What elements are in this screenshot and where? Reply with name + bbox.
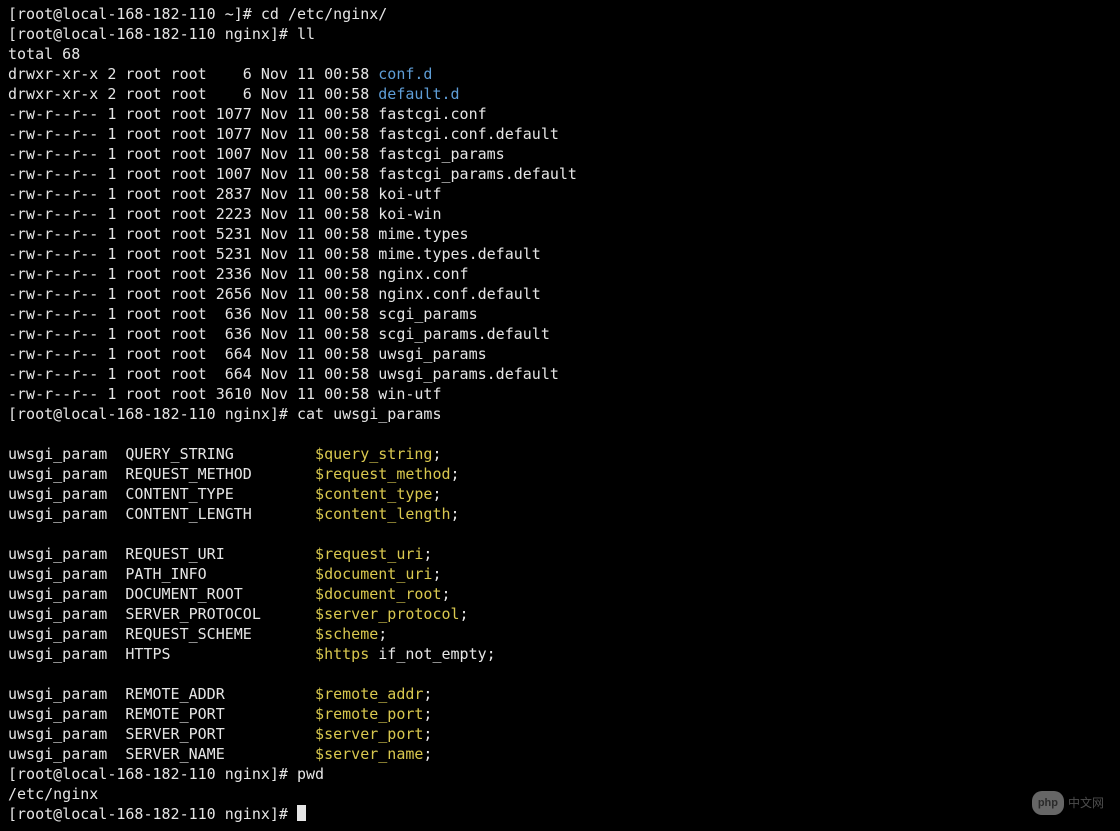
file-entry: scgi_params.default xyxy=(378,325,550,343)
terminal-output[interactable]: [root@local-168-182-110 ~]# cd /etc/ngin… xyxy=(0,0,1120,828)
nginx-variable: $request_method xyxy=(315,465,450,483)
file-entry: koi-win xyxy=(378,205,441,223)
prompt-nginx: [root@local-168-182-110 nginx]# xyxy=(8,805,297,823)
nginx-variable: $query_string xyxy=(315,445,432,463)
nginx-variable: $document_root xyxy=(315,585,441,603)
ll-listing: drwxr-xr-x 2 root root 6 Nov 11 00:58 co… xyxy=(8,65,577,403)
file-entry: uwsgi_params xyxy=(378,345,486,363)
nginx-variable: $remote_port xyxy=(315,705,423,723)
file-entry-dir: default.d xyxy=(378,85,459,103)
file-entry: scgi_params xyxy=(378,305,477,323)
nginx-variable: $document_uri xyxy=(315,565,432,583)
file-entry-dir: conf.d xyxy=(378,65,432,83)
file-entry: nginx.conf.default xyxy=(378,285,541,303)
nginx-variable: $content_type xyxy=(315,485,432,503)
file-entry: fastcgi_params.default xyxy=(378,165,577,183)
nginx-variable: $content_length xyxy=(315,505,450,523)
file-entry: win-utf xyxy=(378,385,441,403)
nginx-variable: $request_uri xyxy=(315,545,423,563)
cmd-pwd: pwd xyxy=(297,765,324,783)
cursor-icon xyxy=(297,805,306,821)
uwsgi-params-content: uwsgi_param QUERY_STRING $query_string; … xyxy=(8,445,496,763)
nginx-variable: $server_name xyxy=(315,745,423,763)
pwd-output: /etc/nginx xyxy=(8,785,98,803)
file-entry: koi-utf xyxy=(378,185,441,203)
file-entry: nginx.conf xyxy=(378,265,468,283)
nginx-variable: $server_port xyxy=(315,725,423,743)
nginx-variable: $remote_addr xyxy=(315,685,423,703)
file-entry: fastcgi.conf xyxy=(378,105,486,123)
prompt-home: [root@local-168-182-110 ~]# xyxy=(8,5,261,23)
file-entry: fastcgi_params xyxy=(378,145,504,163)
cmd-cd: cd /etc/nginx/ xyxy=(261,5,387,23)
prompt-nginx: [root@local-168-182-110 nginx]# xyxy=(8,405,297,423)
ll-total: total 68 xyxy=(8,45,80,63)
cmd-ll: ll xyxy=(297,25,315,43)
nginx-variable: $server_protocol xyxy=(315,605,460,623)
cmd-cat: cat uwsgi_params xyxy=(297,405,442,423)
prompt-nginx: [root@local-168-182-110 nginx]# xyxy=(8,25,297,43)
file-entry: mime.types.default xyxy=(378,245,541,263)
watermark-badge: php xyxy=(1032,791,1064,815)
nginx-variable: $https xyxy=(315,645,369,663)
file-entry: uwsgi_params.default xyxy=(378,365,559,383)
watermark-text: 中文网 xyxy=(1068,793,1104,813)
file-entry: fastcgi.conf.default xyxy=(378,125,559,143)
nginx-variable: $scheme xyxy=(315,625,378,643)
prompt-nginx: [root@local-168-182-110 nginx]# xyxy=(8,765,297,783)
file-entry: mime.types xyxy=(378,225,468,243)
watermark: php 中文网 xyxy=(1032,791,1104,815)
